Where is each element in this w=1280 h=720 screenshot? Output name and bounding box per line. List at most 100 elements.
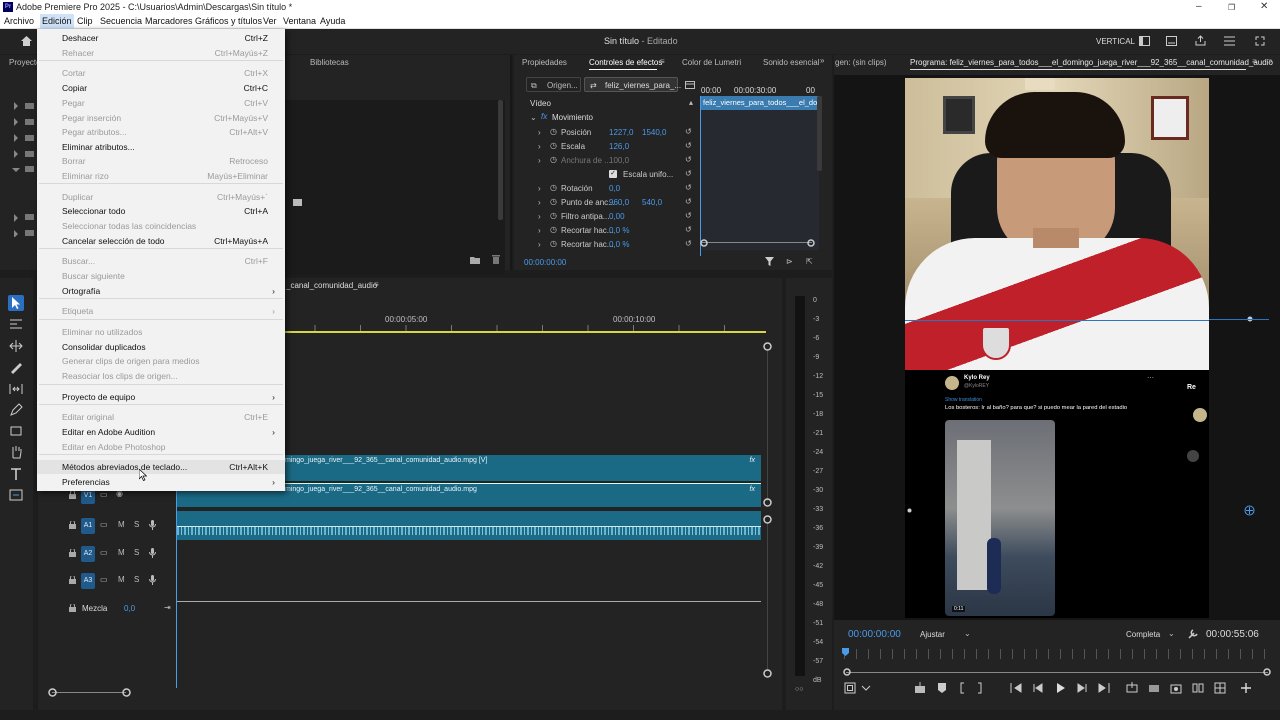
edit-menu-item[interactable]: Consolidar duplicados bbox=[37, 340, 285, 354]
menu-ayuda[interactable]: Ayuda bbox=[320, 14, 345, 29]
tab-propiedades[interactable]: Propiedades bbox=[522, 58, 567, 67]
menu-lines-icon[interactable] bbox=[1224, 36, 1235, 46]
ec-property-row[interactable]: ✓ Escala unifo... ↺ bbox=[514, 169, 699, 183]
microphone-icon[interactable] bbox=[149, 548, 156, 558]
track-label[interactable]: A2 bbox=[81, 546, 95, 562]
program-playhead-icon[interactable] bbox=[842, 648, 849, 656]
mark-out-icon[interactable] bbox=[974, 682, 986, 694]
zoom-right-icon[interactable] bbox=[122, 688, 131, 697]
edit-menu-item[interactable]: Proyecto de equipo › bbox=[37, 390, 285, 404]
compare-icon[interactable] bbox=[1192, 682, 1204, 694]
mix-value[interactable]: 0,0 bbox=[124, 604, 135, 613]
mute-button[interactable]: M bbox=[118, 520, 125, 529]
sequence-tab[interactable]: ⇄ feliz_viernes_para_... bbox=[584, 77, 681, 92]
program-menu-icon[interactable]: ≡ bbox=[1252, 57, 1257, 66]
reset-icon[interactable]: ↺ bbox=[685, 127, 692, 136]
track-scroll-handle2-icon[interactable] bbox=[763, 498, 772, 507]
edit-menu-item[interactable]: Eliminar atributos... bbox=[37, 140, 285, 154]
movimiento-chevron-icon[interactable]: ⌄ bbox=[530, 113, 537, 122]
trash-icon[interactable] bbox=[492, 255, 500, 264]
ec-zoom-left-icon[interactable] bbox=[700, 239, 708, 247]
menu-ver[interactable]: Ver bbox=[263, 14, 277, 29]
slip-tool-icon[interactable] bbox=[8, 381, 24, 397]
zoom-left-icon[interactable] bbox=[48, 688, 57, 697]
mix-lock-icon[interactable] bbox=[69, 604, 76, 612]
ec-property-row[interactable]: › ◷ Rotación 0,0 ↺ bbox=[514, 183, 699, 197]
stopwatch-icon[interactable]: ◷ bbox=[550, 141, 557, 150]
ec-property-row[interactable]: › ◷ Recortar hac... 0,0 % ↺ bbox=[514, 225, 699, 239]
stopwatch-icon[interactable]: ◷ bbox=[550, 127, 557, 136]
solo-button[interactable]: S bbox=[134, 520, 139, 529]
sync-lock-icon[interactable]: ▭ bbox=[100, 490, 108, 499]
libraries-tab[interactable]: Bibliotecas bbox=[310, 58, 349, 67]
more-icon[interactable]: » bbox=[1268, 56, 1272, 65]
expand-chevron-icon[interactable]: › bbox=[538, 240, 541, 249]
ec-property-row[interactable]: › ◷ Punto de anc... 960,0 540,0 ↺ bbox=[514, 197, 699, 211]
track-header[interactable]: A2 ▭ M S bbox=[38, 546, 176, 562]
stopwatch-icon[interactable]: ◷ bbox=[550, 211, 557, 220]
home-icon[interactable] bbox=[20, 35, 33, 47]
menu-marcadores[interactable]: Marcadores bbox=[145, 14, 193, 29]
captions-icon[interactable] bbox=[1166, 36, 1177, 46]
lift-icon[interactable] bbox=[914, 682, 926, 694]
track-header[interactable]: A1 ▭ M S bbox=[38, 518, 176, 534]
ec-keyframe-area[interactable] bbox=[701, 110, 819, 250]
reset-icon[interactable]: ↺ bbox=[685, 183, 692, 192]
timeline-menu-icon[interactable]: ≡ bbox=[374, 280, 379, 289]
ec-zoom-bar[interactable] bbox=[702, 242, 812, 243]
track-scroll-handle3-icon[interactable] bbox=[763, 515, 772, 524]
source-monitor-label[interactable]: gen: (sin clips) bbox=[835, 58, 887, 67]
rectangle-tool-icon[interactable] bbox=[8, 423, 24, 439]
ec-property-row[interactable]: › ◷ Recortar hac... 0,0 % ↺ bbox=[514, 239, 699, 253]
multicam-icon[interactable] bbox=[1214, 682, 1226, 694]
edit-menu-item[interactable]: Cancelar selección de todo Ctrl+Mayús+A bbox=[37, 234, 285, 248]
vertical-label[interactable]: VERTICAL bbox=[1096, 37, 1135, 46]
sequence-tab-timeline[interactable]: _canal_comunidad_audio bbox=[286, 281, 377, 290]
reset-icon[interactable]: ↺ bbox=[685, 169, 692, 178]
reset-icon[interactable]: ↺ bbox=[685, 155, 692, 164]
program-monitor-title[interactable]: Programa: feliz_viernes_para_todos___el_… bbox=[910, 58, 1273, 67]
track-lock-icon[interactable] bbox=[69, 521, 76, 529]
expand-chevron-icon[interactable]: › bbox=[538, 198, 541, 207]
menu-graficos[interactable]: Gráficos y títulos bbox=[195, 14, 262, 29]
menu-edicion[interactable]: Edición bbox=[40, 14, 74, 29]
fit-dropdown[interactable]: Ajustar ⌄ bbox=[916, 627, 976, 641]
captions-tool-icon[interactable] bbox=[8, 487, 24, 503]
play-icon[interactable] bbox=[1054, 682, 1066, 694]
selection-tool-icon[interactable] bbox=[8, 295, 24, 311]
video-clip-v2[interactable]: mingo_juega_river___92_365__canal_comuni… bbox=[285, 455, 761, 481]
collapse-icon[interactable]: ▴ bbox=[689, 98, 693, 107]
ec-clip-bar[interactable]: feliz_viernes_para_todos___el_do bbox=[701, 96, 819, 110]
zoom-handle-right-icon[interactable] bbox=[1263, 668, 1271, 676]
ec-prop-value[interactable]: 0,0 bbox=[609, 184, 620, 193]
tab-sonido-esencial[interactable]: Sonido esencial bbox=[763, 58, 819, 67]
stopwatch-icon[interactable]: ◷ bbox=[550, 197, 557, 206]
zoom-handle-left-icon[interactable] bbox=[843, 668, 851, 676]
ec-scrollbar[interactable] bbox=[817, 96, 822, 171]
stopwatch-icon[interactable]: ◷ bbox=[550, 155, 557, 164]
ec-playhead[interactable] bbox=[700, 96, 701, 256]
zoom-bar[interactable] bbox=[846, 672, 1268, 673]
ec-property-row[interactable]: › ◷ Escala 126,0 ↺ bbox=[514, 141, 699, 155]
close-icon[interactable]: ✕ bbox=[1260, 0, 1268, 14]
toggle-timeline-icon[interactable] bbox=[685, 81, 695, 89]
timeline-zoom-bar[interactable] bbox=[52, 692, 126, 693]
reset-icon[interactable]: ↺ bbox=[685, 211, 692, 220]
expand-chevron-icon[interactable]: › bbox=[538, 226, 541, 235]
source-tab[interactable]: ⧉ Origen... bbox=[526, 77, 581, 92]
ec-timecode[interactable]: 00:00:00:00 bbox=[524, 258, 566, 267]
export-icon[interactable]: ⇱ bbox=[806, 257, 813, 266]
expand-chevron-icon[interactable]: › bbox=[538, 212, 541, 221]
ec-prop-value[interactable]: 126,0 bbox=[609, 142, 629, 151]
minimize-icon[interactable]: – bbox=[1196, 0, 1202, 14]
menu-secuencia[interactable]: Secuencia bbox=[100, 14, 142, 29]
menu-clip[interactable]: Clip bbox=[77, 14, 93, 29]
ec-zoom-right-icon[interactable] bbox=[807, 239, 815, 247]
insert-icon[interactable] bbox=[1126, 682, 1138, 694]
add-button-icon[interactable] bbox=[1240, 682, 1252, 694]
ec-prop-value[interactable]: 0,00 bbox=[609, 212, 625, 221]
reset-icon[interactable]: ↺ bbox=[685, 197, 692, 206]
track-lock-icon[interactable] bbox=[69, 549, 76, 557]
ec-prop-value[interactable]: 0,0 % bbox=[609, 240, 629, 249]
menu-ventana[interactable]: Ventana bbox=[283, 14, 316, 29]
